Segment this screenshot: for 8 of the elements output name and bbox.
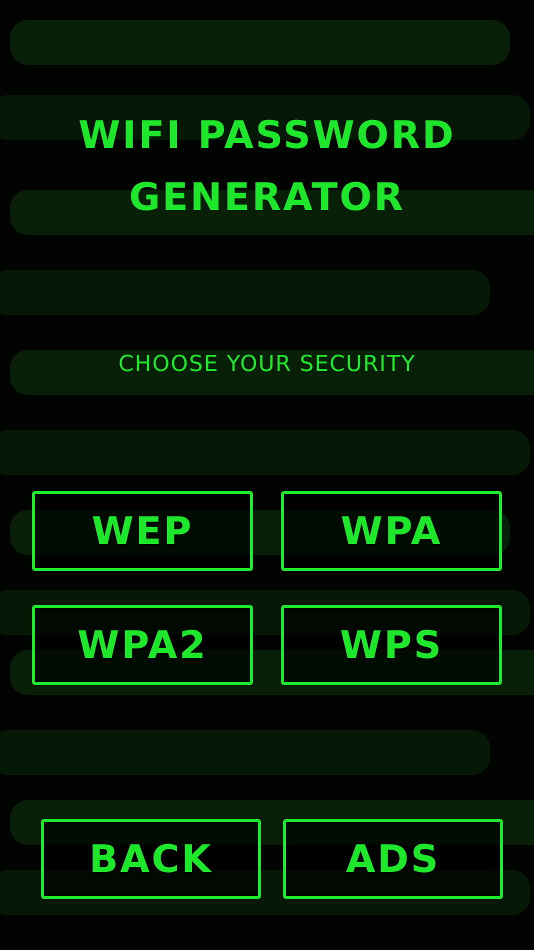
option-button[interactable]: BACK — [41, 819, 261, 899]
option-button[interactable]: ADS — [283, 819, 503, 899]
option-button[interactable]: WPA — [281, 491, 502, 571]
subtitle: CHOOSE YOUR SECURITY — [118, 351, 416, 379]
option-button[interactable]: WPA2 — [32, 605, 253, 685]
option-button[interactable]: WEP — [32, 491, 253, 571]
option-button[interactable]: WPS — [281, 605, 502, 685]
app-title: WIFI PASSWORD GENERATOR — [77, 112, 457, 221]
